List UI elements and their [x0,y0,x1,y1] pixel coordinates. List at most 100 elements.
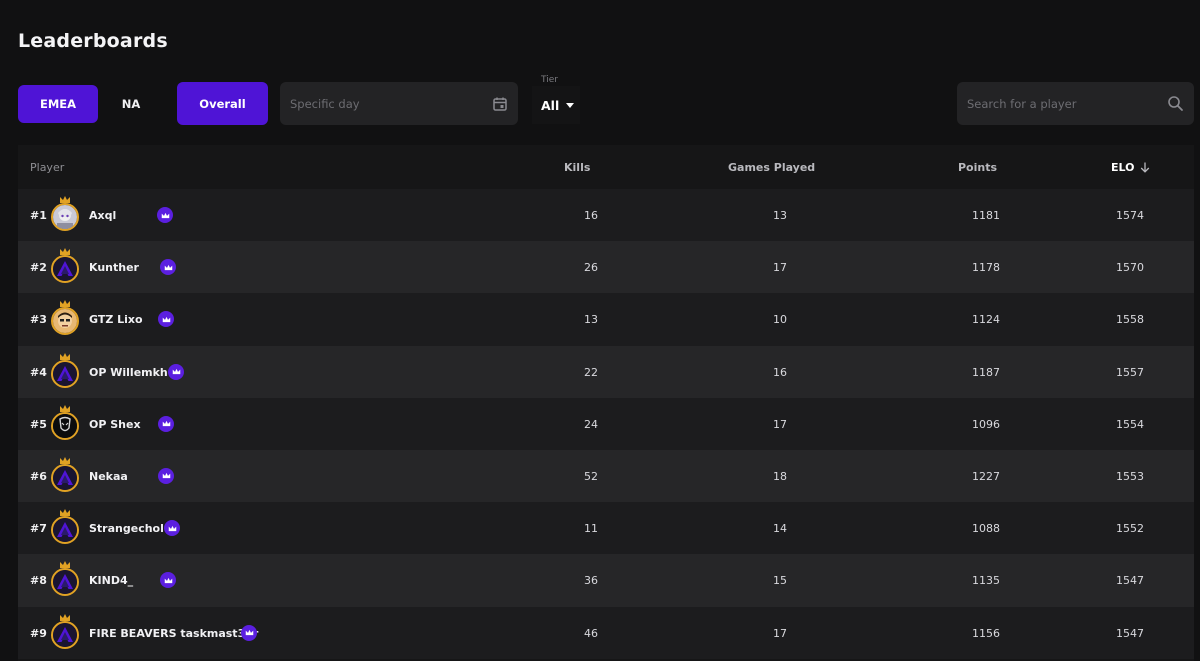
avatar[interactable] [51,456,81,494]
elo-cell: 1552 [1116,522,1144,536]
player-rank: #3 [30,313,47,327]
avatar[interactable] [51,299,81,337]
avatar-image [51,463,79,492]
elo-cell: 1553 [1116,469,1144,483]
avatar[interactable] [51,195,81,233]
calendar-icon[interactable] [492,96,508,112]
kills-cell: 11 [584,522,598,536]
games-played-cell: 10 [773,313,787,327]
column-header-points[interactable]: Points [958,161,997,174]
premium-badge [158,467,174,484]
player-name[interactable]: OP Shex [89,418,141,431]
kills-cell: 24 [584,417,598,431]
crown-icon [161,209,170,222]
crown-icon [59,559,71,569]
player-rank: #4 [30,365,47,379]
table-row[interactable]: #9 FIRE BEAVERS taskmast33r 46 17 1156 1547 [18,606,1194,659]
player-rank: #6 [30,469,47,483]
crown-icon [59,246,71,256]
tier-label: Tier [541,75,558,85]
crown-icon [172,365,181,378]
crown-icon [59,507,71,517]
tier-select[interactable]: All [532,86,580,124]
points-cell: 1178 [972,261,1000,275]
table-row[interactable]: #6 Nekaa 52 18 1227 1553 [18,449,1194,503]
avatar-image [51,411,79,440]
premium-badge [160,259,176,276]
search-input[interactable] [967,96,1167,111]
page-title: Leaderboards [18,30,168,52]
crown-icon [164,574,173,587]
region-button-na[interactable]: NA [98,85,164,123]
avatar[interactable] [51,508,81,546]
date-picker[interactable] [280,82,518,125]
points-cell: 1124 [972,313,1000,327]
table-row[interactable]: #7 Strangechol 11 14 1088 1552 [18,502,1194,555]
avatar-image [51,203,79,231]
arrow-down-icon [1140,162,1150,173]
kills-cell: 36 [584,574,598,588]
player-name[interactable]: Strangechol [89,522,164,535]
search-icon[interactable] [1167,95,1184,112]
date-input[interactable] [290,96,492,111]
crown-icon [59,351,71,360]
avatar[interactable] [51,613,81,651]
avatar[interactable] [51,560,81,598]
kills-cell: 52 [584,469,598,483]
games-played-cell: 18 [773,469,787,483]
crown-icon [162,313,171,326]
avatar-image [51,516,79,545]
avatar-image [51,255,79,284]
player-name[interactable]: OP Willemkh [89,366,168,379]
table-row[interactable]: #8 KIND4_ 36 15 1135 1547 [18,554,1194,607]
kills-cell: 46 [584,626,598,640]
games-played-cell: 16 [773,365,787,379]
elo-cell: 1558 [1116,313,1144,327]
overall-button[interactable]: Overall [177,82,268,125]
avatar-image [51,620,79,649]
table-row[interactable]: #4 OP Willemkh 22 16 1187 1557 [18,345,1194,398]
avatar[interactable] [51,352,81,390]
leaderboards-page: Leaderboards EMEA NA Overall Tier All [0,0,1200,661]
avatar[interactable] [51,247,81,285]
kills-cell: 13 [584,313,598,327]
crown-icon [59,403,71,412]
kills-cell: 22 [584,365,598,379]
player-search[interactable] [957,82,1194,125]
table-row[interactable]: #1 Axql 16 13 1181 1574 [18,189,1194,242]
player-name[interactable]: GTZ Lixo [89,313,143,326]
table-row[interactable]: #2 Kunther 26 17 1178 1570 [18,241,1194,294]
player-name[interactable]: FIRE BEAVERS taskmast33r [89,627,258,640]
crown-icon [162,469,171,482]
premium-badge [241,624,257,641]
tier-filter: Tier All [532,74,580,126]
tier-value: All [541,97,560,113]
player-name[interactable]: Nekaa [89,470,128,483]
elo-cell: 1557 [1116,365,1144,379]
region-button-emea[interactable]: EMEA [18,85,98,123]
crown-icon [59,194,71,203]
column-header-kills[interactable]: Kills [564,161,590,174]
column-header-elo[interactable]: ELO [1111,161,1150,174]
caret-down-icon [566,102,575,108]
elo-cell: 1547 [1116,626,1144,640]
points-cell: 1096 [972,417,1000,431]
player-name[interactable]: KIND4_ [89,574,133,587]
crown-icon [59,612,71,621]
avatar[interactable] [51,404,81,442]
player-rank: #7 [30,522,47,536]
player-rank: #2 [30,261,47,275]
premium-badge [158,311,174,328]
player-name[interactable]: Axql [89,209,116,222]
player-rank: #5 [30,417,47,431]
crown-icon [162,417,171,430]
games-played-cell: 17 [773,626,787,640]
points-cell: 1187 [972,365,1000,379]
avatar-image [51,359,79,388]
player-rank: #9 [30,626,47,640]
player-name[interactable]: Kunther [89,261,139,274]
table-row[interactable]: #3 GTZ Lixo 13 10 1124 1558 [18,293,1194,346]
column-header-games-played[interactable]: Games Played [728,161,815,174]
table-row[interactable]: #5 OP Shex 24 17 1096 1554 [18,397,1194,450]
avatar-image [51,307,79,336]
